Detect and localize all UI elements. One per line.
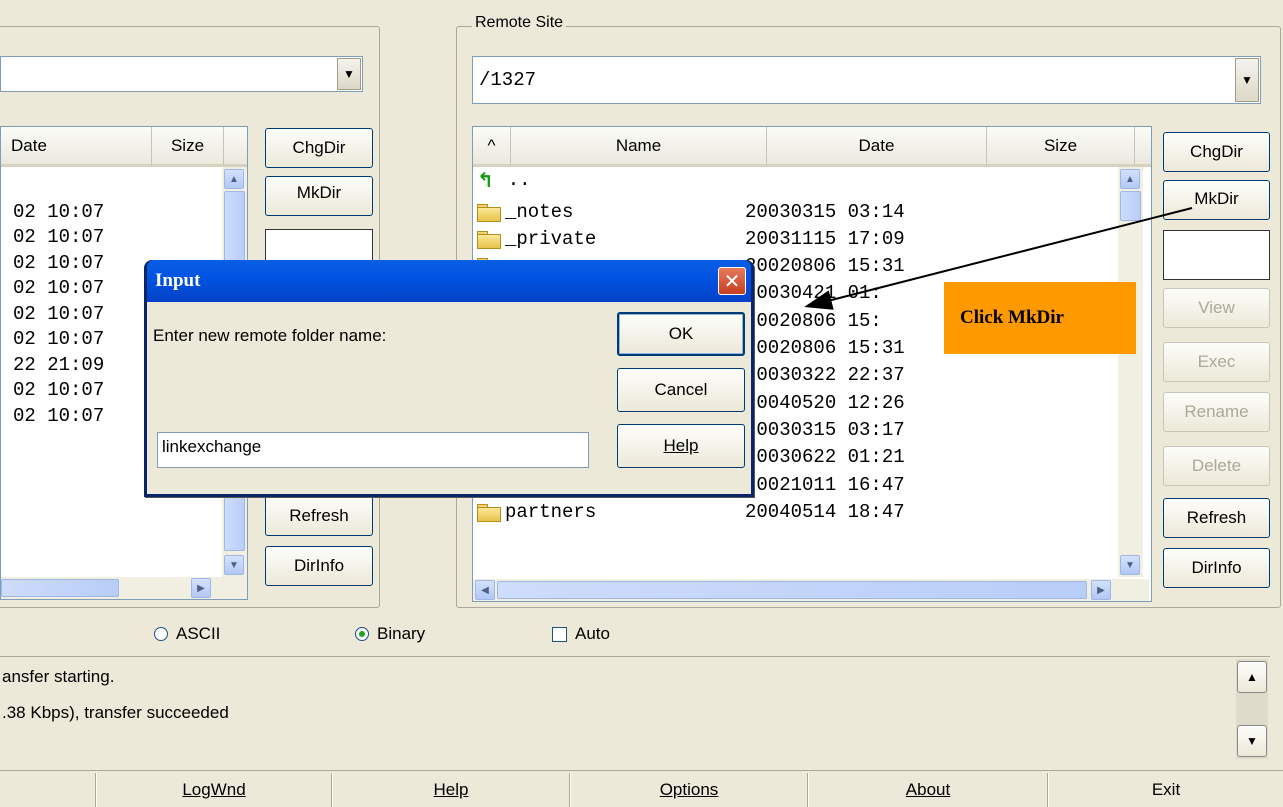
callout-text: Click MkDir bbox=[960, 307, 1064, 328]
click-mkdir-callout: Click MkDir bbox=[944, 282, 1136, 354]
annotation-arrow bbox=[804, 207, 1193, 310]
